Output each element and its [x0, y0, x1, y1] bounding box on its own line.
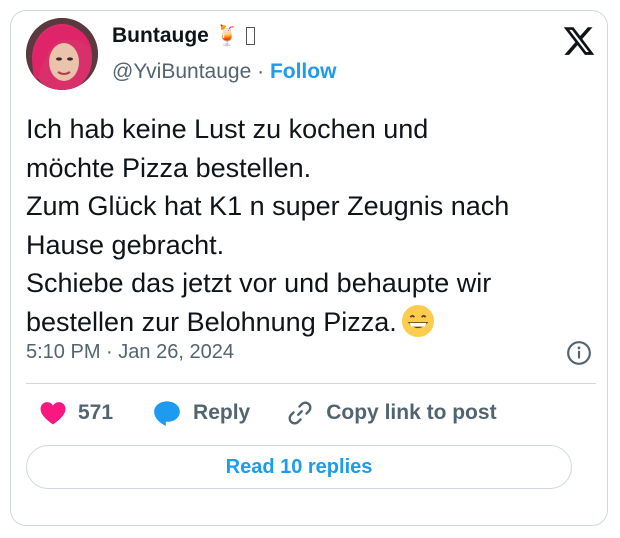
divider: [26, 383, 596, 384]
missing-glyph-icon: [245, 27, 255, 45]
timestamp-separator: ·: [106, 341, 113, 363]
copy-link-button[interactable]: Copy link to post: [286, 399, 497, 427]
handle-separator: ·: [257, 60, 265, 83]
follow-link[interactable]: Follow: [270, 60, 337, 83]
x-logo-icon[interactable]: [562, 24, 596, 58]
author-handle-row: @YviBuntauge · Follow: [112, 60, 336, 84]
tweet-date: Jan 26, 2024: [118, 341, 234, 363]
author-name[interactable]: Buntauge: [112, 24, 209, 48]
author-handle[interactable]: @YviBuntauge: [112, 60, 251, 83]
link-icon: [288, 401, 312, 425]
tweet-body: Ich hab keine Lust zu kochen und möchte …: [26, 114, 510, 337]
reply-button[interactable]: Reply: [153, 400, 250, 426]
copy-link-label: Copy link to post: [326, 401, 497, 424]
info-icon[interactable]: [566, 340, 592, 366]
tweet-text: Ich hab keine Lust zu kochen und möchte …: [26, 110, 586, 341]
read-replies-label: Read 10 replies: [225, 455, 373, 478]
tropical-drink-emoji: 🍹: [214, 25, 240, 47]
like-count: 571: [78, 401, 114, 424]
read-replies-button[interactable]: Read 10 replies: [26, 445, 572, 489]
reply-bubble-icon: [154, 401, 180, 426]
heart-icon: [40, 402, 66, 425]
like-button[interactable]: 571: [40, 401, 113, 425]
avatar[interactable]: [26, 18, 98, 90]
reply-label: Reply: [193, 401, 251, 424]
profile-photo: [26, 18, 98, 90]
grinning-face-emoji: [401, 304, 434, 337]
tweet-timestamp[interactable]: 5:10 PM · Jan 26, 2024: [26, 341, 234, 364]
tweet-time: 5:10 PM: [26, 341, 101, 363]
action-bar: 571 Reply Copy link to post: [26, 398, 497, 428]
author-name-row: Buntauge 🍹: [112, 24, 255, 48]
